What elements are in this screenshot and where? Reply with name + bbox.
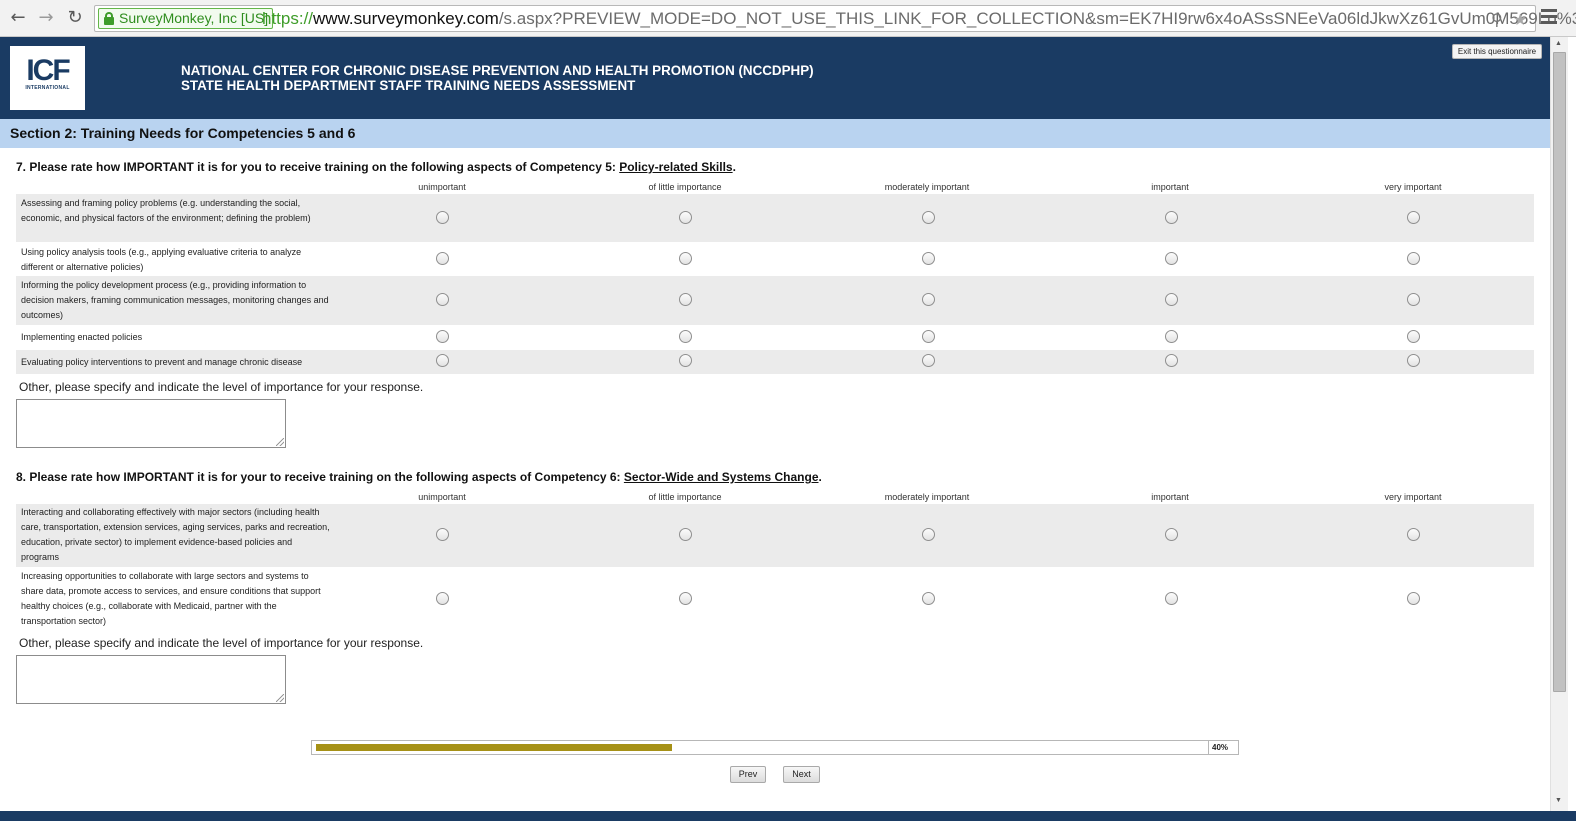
prev-button[interactable]: Prev	[730, 766, 766, 783]
resize-grip-icon[interactable]	[276, 694, 284, 702]
search-icon[interactable]: ⚲	[1491, 10, 1503, 29]
progress-label: 40%	[1209, 740, 1239, 755]
next-button[interactable]: Next	[783, 766, 820, 783]
row-label: Evaluating policy interventions to preve…	[21, 357, 303, 367]
page-scrollbar[interactable]: ▲ ▼	[1550, 37, 1568, 811]
rating-radio[interactable]	[679, 252, 692, 265]
rating-radio[interactable]	[1407, 330, 1420, 343]
rating-radio[interactable]	[436, 330, 449, 343]
back-icon[interactable]: ←	[8, 8, 28, 28]
question-7-other-textarea[interactable]	[16, 399, 286, 448]
question-8-row: Increasing opportunities to collaborate …	[16, 567, 1534, 630]
question-7-row: Evaluating policy interventions to preve…	[16, 350, 1534, 374]
rating-radio[interactable]	[679, 528, 692, 541]
icf-logo: ICF INTERNATIONAL	[10, 46, 85, 110]
rating-radio[interactable]	[1407, 354, 1420, 367]
rating-radio[interactable]	[1165, 354, 1178, 367]
menu-icon[interactable]	[1541, 9, 1557, 25]
progress-bar	[311, 740, 1209, 755]
column-header: important	[1151, 182, 1189, 192]
question-7-row: Using policy analysis tools (e.g., apply…	[16, 242, 1534, 276]
browser-toolbar: ← → ↻ SurveyMonkey, Inc [US] https://www…	[0, 0, 1576, 37]
lock-icon	[104, 12, 114, 25]
rating-radio[interactable]	[922, 330, 935, 343]
question-7-row: Implementing enacted policies	[16, 325, 1534, 350]
question-7-title: 7. Please rate how IMPORTANT it is for y…	[16, 160, 736, 174]
rating-radio[interactable]	[922, 528, 935, 541]
rating-radio[interactable]	[679, 211, 692, 224]
question-8-title: 8. Please rate how IMPORTANT it is for y…	[16, 470, 822, 484]
column-header: very important	[1384, 182, 1442, 192]
rating-radio[interactable]	[679, 354, 692, 367]
question-8-other-label: Other, please specify and indicate the l…	[19, 636, 424, 650]
rating-radio[interactable]	[1407, 252, 1420, 265]
survey-title: NATIONAL CENTER FOR CHRONIC DISEASE PREV…	[181, 63, 814, 93]
column-header: important	[1151, 492, 1189, 502]
reload-icon[interactable]: ↻	[65, 8, 85, 28]
ev-certificate-badge[interactable]: SurveyMonkey, Inc [US]	[98, 8, 274, 29]
rating-radio[interactable]	[436, 252, 449, 265]
rating-radio[interactable]	[679, 592, 692, 605]
scroll-up-icon[interactable]: ▲	[1555, 40, 1562, 47]
rating-radio[interactable]	[1165, 528, 1178, 541]
address-bar[interactable]: SurveyMonkey, Inc [US] https://www.surve…	[94, 5, 1576, 32]
forward-icon[interactable]: →	[36, 8, 56, 28]
scrollbar-thumb[interactable]	[1553, 52, 1566, 692]
survey-header: ICF INTERNATIONAL NATIONAL CENTER FOR CH…	[0, 37, 1550, 119]
column-header: moderately important	[884, 182, 970, 192]
url-text[interactable]: https://www.surveymonkey.com/s.aspx?PREV…	[262, 9, 1576, 29]
question-7-row: Informing the policy development process…	[16, 276, 1534, 325]
row-label: Informing the policy development process…	[21, 280, 329, 320]
question-8-competency: Sector-Wide and Systems Change	[623, 470, 819, 484]
rating-radio[interactable]	[922, 211, 935, 224]
column-header: unimportant	[418, 492, 466, 502]
rating-radio[interactable]	[679, 293, 692, 306]
row-label: Interacting and collaborating effectivel…	[21, 507, 330, 562]
rating-radio[interactable]	[1407, 592, 1420, 605]
rating-radio[interactable]	[436, 528, 449, 541]
row-label: Implementing enacted policies	[21, 332, 143, 342]
rating-radio[interactable]	[436, 293, 449, 306]
rating-radio[interactable]	[436, 592, 449, 605]
scroll-down-icon[interactable]: ▼	[1555, 797, 1562, 804]
column-header: very important	[1384, 492, 1442, 502]
exit-questionnaire-button[interactable]: Exit this questionnaire	[1452, 44, 1542, 59]
column-header: of little importance	[648, 182, 722, 192]
column-header: of little importance	[648, 492, 722, 502]
row-label: Using policy analysis tools (e.g., apply…	[21, 247, 302, 272]
resize-grip-icon[interactable]	[276, 438, 284, 446]
rating-radio[interactable]	[1407, 293, 1420, 306]
question-7-other-label: Other, please specify and indicate the l…	[19, 380, 424, 394]
column-header: unimportant	[418, 182, 466, 192]
column-header: moderately important	[884, 492, 970, 502]
rating-radio[interactable]	[436, 211, 449, 224]
survey-title-line2: STATE HEALTH DEPARTMENT STAFF TRAINING N…	[181, 78, 636, 93]
progress-bar-fill	[316, 744, 672, 751]
footer-strip	[0, 811, 1576, 821]
row-label: Assessing and framing policy problems (e…	[21, 198, 311, 223]
question-7-competency: Policy-related Skills	[619, 160, 733, 174]
section-title: Section 2: Training Needs for Competenci…	[0, 119, 1550, 148]
rating-radio[interactable]	[1407, 528, 1420, 541]
question-8-other-textarea[interactable]	[16, 655, 286, 704]
question-7-row: Assessing and framing policy problems (e…	[16, 194, 1534, 242]
row-label: Increasing opportunities to collaborate …	[21, 571, 321, 626]
rating-radio[interactable]	[1165, 330, 1178, 343]
rating-radio[interactable]	[1165, 293, 1178, 306]
rating-radio[interactable]	[1165, 252, 1178, 265]
rating-radio[interactable]	[922, 293, 935, 306]
rating-radio[interactable]	[1407, 211, 1420, 224]
bookmark-star-icon[interactable]: ★	[1513, 10, 1527, 29]
survey-title-line1: NATIONAL CENTER FOR CHRONIC DISEASE PREV…	[181, 63, 814, 78]
rating-radio[interactable]	[922, 592, 935, 605]
question-8-row: Interacting and collaborating effectivel…	[16, 504, 1534, 567]
rating-radio[interactable]	[1165, 592, 1178, 605]
rating-radio[interactable]	[1165, 211, 1178, 224]
rating-radio[interactable]	[922, 354, 935, 367]
rating-radio[interactable]	[436, 354, 449, 367]
rating-radio[interactable]	[922, 252, 935, 265]
ev-label: SurveyMonkey, Inc [US]	[119, 10, 269, 26]
rating-radio[interactable]	[679, 330, 692, 343]
